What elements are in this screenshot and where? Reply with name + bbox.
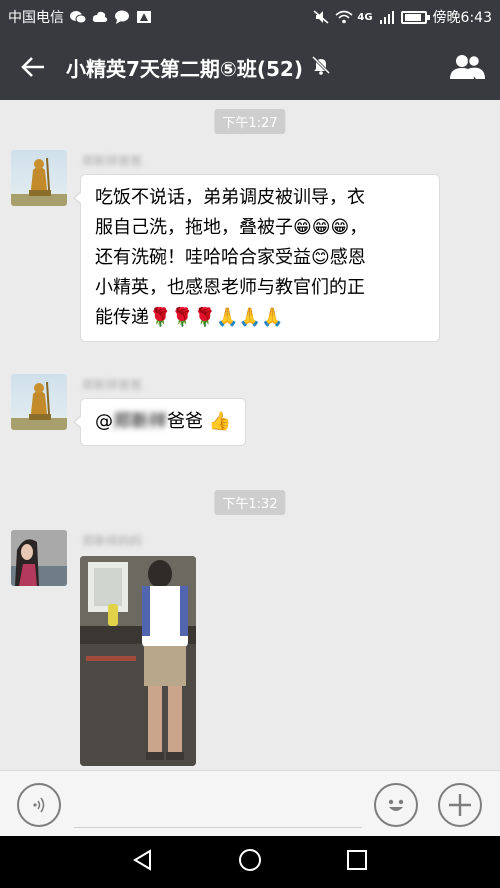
child-washing-dishes-photo xyxy=(80,556,196,766)
sender-name: 郑新祥爸爸 xyxy=(82,154,143,168)
plus-icon xyxy=(449,794,471,816)
buddha-statue-avatar xyxy=(11,381,67,430)
battery-icon xyxy=(400,10,430,24)
sender-name: 郑新祥妈妈 xyxy=(82,534,143,548)
mention-at: @ xyxy=(95,411,113,432)
avatar[interactable] xyxy=(11,374,67,430)
nav-back-button[interactable] xyxy=(132,849,154,875)
group-members-button[interactable] xyxy=(434,34,500,100)
network-label: 4G xyxy=(357,11,373,23)
status-bar: 中国电信 4G 傍晚6:43 xyxy=(0,0,500,34)
message-line: 服自己洗，拖地，叠被子😁😁😁， xyxy=(95,217,368,238)
voice-icon xyxy=(33,797,45,813)
chat-title: 小精英7天第二期⑤班(52) xyxy=(66,56,303,81)
signal-icon xyxy=(379,10,395,24)
emoji-icon xyxy=(388,799,404,811)
more-button[interactable] xyxy=(438,783,482,827)
message-input[interactable] xyxy=(74,827,362,828)
back-triangle-icon xyxy=(133,849,151,871)
chat-history[interactable]: 下午1:27 郑新祥爸爸 吃饭不说话，弟弟调皮被训导，衣 服自己洗，拖地，叠被子… xyxy=(0,100,500,770)
message-bubble[interactable]: @郑新祥爸爸 👍 xyxy=(72,398,247,446)
mention-name: 郑新祥 xyxy=(113,411,167,432)
mute-bell-icon xyxy=(311,55,331,79)
clock: 傍晚6:43 xyxy=(432,10,492,26)
wechat-icon xyxy=(70,10,87,24)
message-line: 吃饭不说话，弟弟调皮被训导，衣 xyxy=(95,187,365,208)
back-button[interactable] xyxy=(0,34,66,100)
home-circle-icon xyxy=(239,849,261,871)
input-bar xyxy=(0,770,500,836)
woman-avatar xyxy=(11,530,67,586)
back-arrow-icon xyxy=(21,57,44,77)
image-message[interactable] xyxy=(80,556,196,766)
voice-button[interactable] xyxy=(17,783,61,827)
avatar[interactable] xyxy=(11,530,67,586)
carrier-label: 中国电信 xyxy=(8,10,64,26)
message-bubble[interactable]: 吃饭不说话，弟弟调皮被训导，衣 服自己洗，拖地，叠被子😁😁😁， 还有洗碗！哇哈哈… xyxy=(73,174,440,342)
buddha-statue-avatar xyxy=(11,157,67,206)
android-nav-bar xyxy=(0,836,500,888)
recents-square-icon xyxy=(347,850,367,870)
emoji-button[interactable] xyxy=(374,783,418,827)
timestamp: 下午1:32 xyxy=(214,490,286,515)
message-icon xyxy=(114,10,130,24)
nav-home-button[interactable] xyxy=(238,848,262,876)
group-members-icon xyxy=(450,54,485,79)
avatar[interactable] xyxy=(11,150,67,206)
mute-icon xyxy=(313,10,329,24)
chat-header: 小精英7天第二期⑤班(52) xyxy=(0,34,500,100)
timestamp: 下午1:27 xyxy=(214,109,286,134)
alert-icon xyxy=(136,10,152,24)
sender-name: 郑新祥爸爸 xyxy=(82,378,143,392)
message-line: 还有洗碗！哇哈哈合家受益😊感恩 xyxy=(95,247,366,268)
wifi-icon xyxy=(335,10,353,24)
nav-recents-button[interactable] xyxy=(346,849,368,875)
message-line: 能传递🌹🌹🌹🙏🙏🙏 xyxy=(95,307,284,328)
cloud-icon xyxy=(92,10,108,24)
message-text: 爸爸 👍 xyxy=(167,411,232,432)
message-line: 小精英，也感恩老师与教官们的正 xyxy=(95,277,365,298)
